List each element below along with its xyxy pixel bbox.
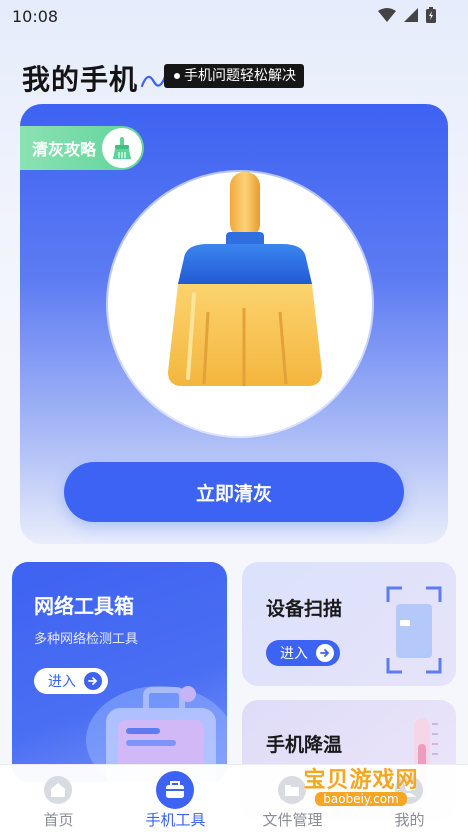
network-toolbox-card[interactable]: 网络工具箱 多种网络检测工具 进入	[12, 562, 227, 782]
dust-clean-card: 清灰攻略 立即清灰	[20, 104, 448, 544]
slogan-badge: 手机问题轻松解决	[164, 64, 304, 88]
broom-illustration	[108, 172, 372, 436]
status-time: 10:08	[12, 7, 59, 26]
nav-label-files: 文件管理	[262, 811, 323, 829]
device-scan-title: 设备扫描	[266, 598, 343, 620]
status-bar: 10:08	[0, 0, 468, 34]
site-watermark: 宝贝游戏网 baobeiy.com	[286, 762, 436, 812]
scan-enter-label: 进入	[280, 646, 308, 662]
status-icons	[378, 7, 436, 23]
scan-enter-button[interactable]: 进入	[266, 640, 340, 666]
clean-guide-tag[interactable]: 清灰攻略	[20, 126, 144, 170]
network-toolbox-desc: 多种网络检测工具	[34, 632, 139, 647]
arrow-right-icon	[316, 644, 334, 662]
scan-frame-icon	[386, 586, 442, 674]
page-title: 我的手机	[22, 63, 139, 96]
watermark-main: 宝贝游戏网	[303, 768, 419, 793]
nav-label-profile: 我的	[394, 811, 425, 829]
battery-icon	[426, 7, 436, 23]
broom-icon	[102, 128, 142, 168]
clean-now-button[interactable]: 立即清灰	[64, 462, 404, 522]
signal-icon	[404, 8, 418, 22]
clean-guide-label: 清灰攻略	[32, 140, 97, 159]
nav-label-tools: 手机工具	[145, 811, 206, 829]
home-icon	[39, 771, 77, 809]
watermark-sub: baobeiy.com	[315, 792, 407, 806]
network-enter-label: 进入	[48, 674, 76, 690]
phone-cooling-title: 手机降温	[266, 734, 343, 756]
nav-label-home: 首页	[43, 811, 74, 829]
slogan-text: 手机问题轻松解决	[184, 68, 296, 84]
wifi-icon	[378, 8, 396, 22]
toolbox-icon	[156, 771, 194, 809]
network-toolbox-title: 网络工具箱	[34, 594, 134, 618]
device-scan-card[interactable]: 设备扫描 进入	[242, 562, 456, 686]
nav-item-home[interactable]: 首页	[0, 765, 117, 832]
nav-item-tools[interactable]: 手机工具	[117, 765, 234, 832]
